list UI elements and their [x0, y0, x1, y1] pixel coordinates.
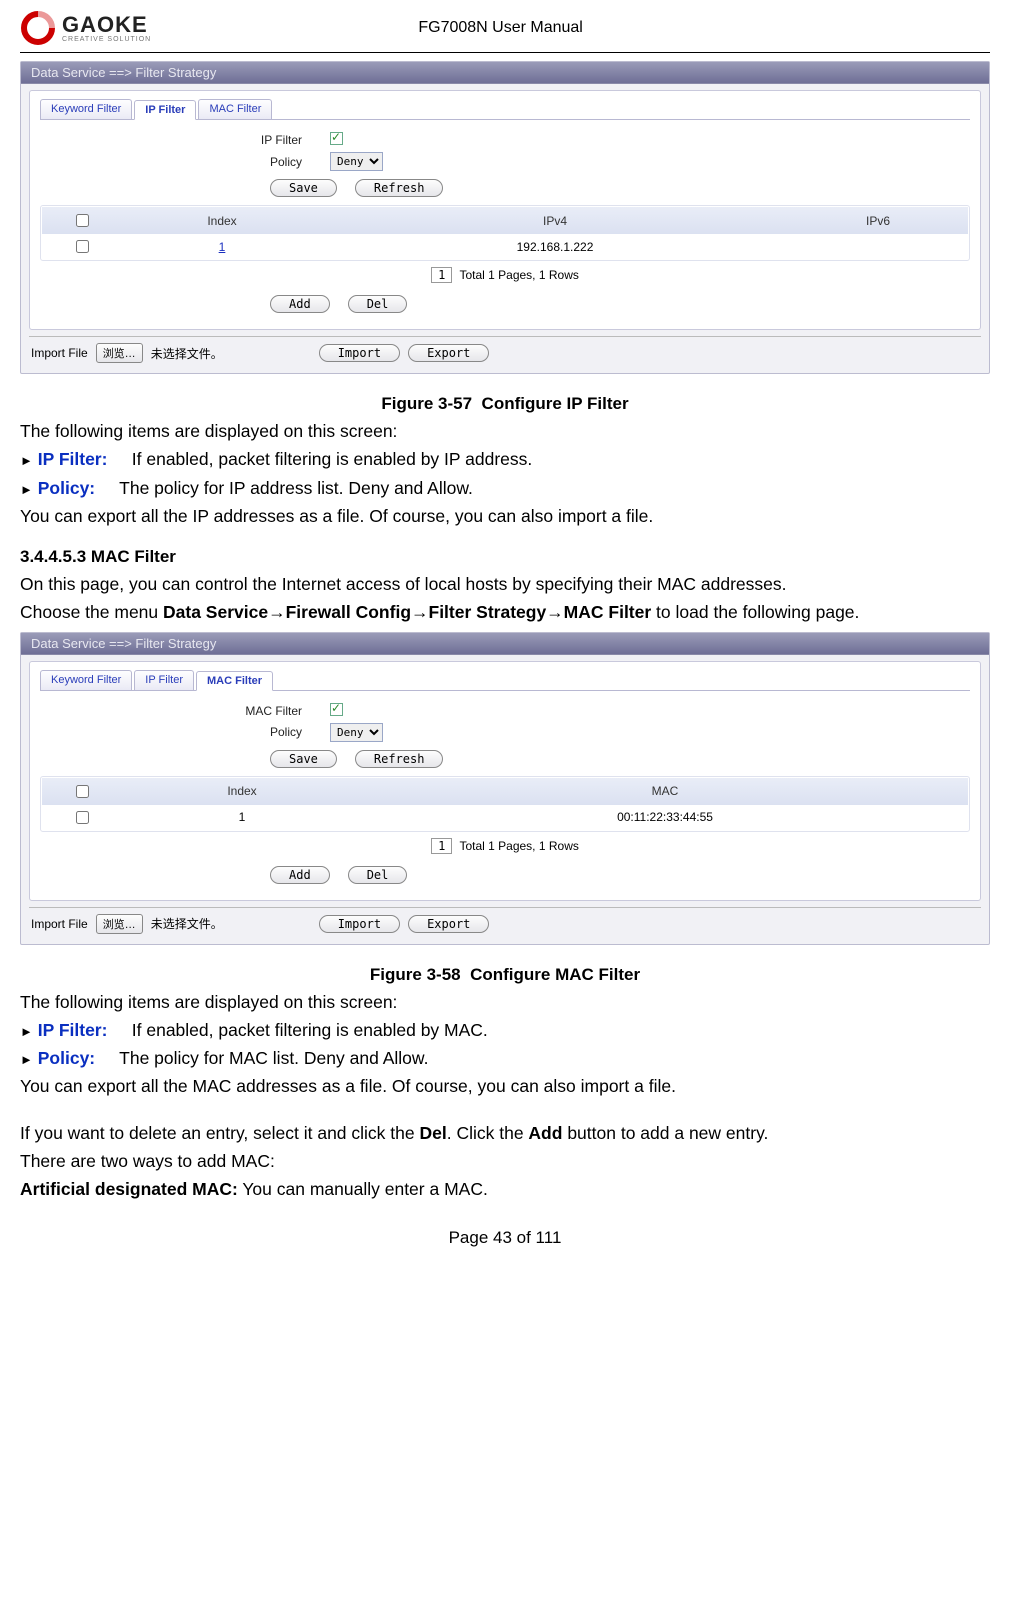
del-add-note: If you want to delete an entry, select i…: [20, 1120, 990, 1146]
checkbox-row[interactable]: [76, 240, 89, 253]
row-ipv6: [788, 234, 968, 259]
marker-icon: ►: [20, 453, 33, 468]
label-policy: Policy: [40, 725, 330, 739]
section-heading-mac-filter: 3.4.4.5.3 MAC Filter: [20, 547, 990, 567]
del-button[interactable]: Del: [348, 866, 408, 884]
bullet-ip-filter-2: ► IP Filter: If enabled, packet filterin…: [20, 1017, 990, 1043]
pagination: 1 Total 1 Pages, 1 Rows: [40, 838, 970, 854]
tab-keyword-filter[interactable]: Keyword Filter: [40, 99, 132, 119]
table-row: 1 192.168.1.222: [42, 234, 968, 259]
row-mac: 00:11:22:33:44:55: [362, 805, 968, 830]
select-policy[interactable]: Deny: [330, 152, 383, 171]
mac-filter-intro: On this page, you can control the Intern…: [20, 571, 990, 597]
section-divider: [29, 907, 981, 908]
del-button[interactable]: Del: [348, 295, 408, 313]
add-ways-intro: There are two ways to add MAC:: [20, 1148, 990, 1174]
marker-icon: ►: [20, 1024, 33, 1039]
import-button[interactable]: Import: [319, 344, 400, 362]
export-button[interactable]: Export: [408, 344, 489, 362]
row-index-link[interactable]: 1: [219, 240, 226, 254]
panel-title: Data Service ==> Filter Strategy: [21, 62, 989, 84]
import-file-label: Import File: [31, 917, 88, 931]
bullet-policy: ► Policy: The policy for IP address list…: [20, 475, 990, 501]
section-divider: [29, 336, 981, 337]
checkbox-row[interactable]: [76, 811, 89, 824]
logo-icon: [20, 10, 56, 46]
import-button[interactable]: Import: [319, 915, 400, 933]
label-ip-filter: IP Filter: [40, 133, 330, 147]
screenshot-mac-filter: Data Service ==> Filter Strategy Keyword…: [20, 632, 990, 945]
row-index: 1: [122, 805, 362, 830]
page-number[interactable]: 1: [431, 838, 452, 854]
th-index: Index: [122, 207, 322, 234]
bullet-policy-2: ► Policy: The policy for MAC list. Deny …: [20, 1045, 990, 1071]
add-button[interactable]: Add: [270, 866, 330, 884]
th-mac: MAC: [362, 778, 968, 805]
refresh-button[interactable]: Refresh: [355, 179, 444, 197]
export-button[interactable]: Export: [408, 915, 489, 933]
checkbox-mac-filter[interactable]: [330, 703, 343, 716]
import-file-label: Import File: [31, 346, 88, 360]
page-footer: Page 43 of 111: [20, 1228, 990, 1248]
logo-subtitle: CREATIVE SOLUTION: [62, 36, 151, 43]
checkbox-ip-filter[interactable]: [330, 132, 343, 145]
logo-text: GAOKE: [62, 14, 151, 36]
tab-bar: Keyword Filter IP Filter MAC Filter: [40, 670, 970, 691]
page-info: Total 1 Pages, 1 Rows: [459, 839, 578, 853]
tab-mac-filter[interactable]: MAC Filter: [196, 671, 273, 691]
tab-ip-filter[interactable]: IP Filter: [134, 670, 194, 690]
tab-ip-filter[interactable]: IP Filter: [134, 100, 196, 120]
marker-icon: ►: [20, 1052, 33, 1067]
header-rule: [20, 52, 990, 53]
page-header: GAOKE CREATIVE SOLUTION FG7008N User Man…: [20, 0, 990, 50]
tab-mac-filter[interactable]: MAC Filter: [198, 99, 272, 119]
th-ipv6: IPv6: [788, 207, 968, 234]
checkbox-select-all[interactable]: [76, 785, 89, 798]
refresh-button[interactable]: Refresh: [355, 750, 444, 768]
checkbox-select-all[interactable]: [76, 214, 89, 227]
page-number[interactable]: 1: [431, 267, 452, 283]
row-ipv4: 192.168.1.222: [322, 234, 788, 259]
no-file-text: 未选择文件。: [151, 915, 223, 932]
tab-bar: Keyword Filter IP Filter MAC Filter: [40, 99, 970, 120]
artificial-mac: Artificial designated MAC: You can manua…: [20, 1176, 990, 1202]
export-note-2: You can export all the MAC addresses as …: [20, 1073, 990, 1099]
th-index: Index: [122, 778, 362, 805]
ip-filter-table: Index IPv4 IPv6 1 192.168.1.222: [42, 207, 968, 259]
table-row: 1 00:11:22:33:44:55: [42, 805, 968, 830]
no-file-text: 未选择文件。: [151, 345, 223, 362]
screenshot-ip-filter: Data Service ==> Filter Strategy Keyword…: [20, 61, 990, 374]
marker-icon: ►: [20, 482, 33, 497]
intro-text-2: The following items are displayed on thi…: [20, 989, 990, 1015]
th-ipv4: IPv4: [322, 207, 788, 234]
browse-button[interactable]: 浏览…: [96, 343, 143, 363]
label-policy: Policy: [40, 155, 330, 169]
save-button[interactable]: Save: [270, 750, 337, 768]
save-button[interactable]: Save: [270, 179, 337, 197]
doc-title: FG7008N User Manual: [151, 19, 850, 37]
mac-filter-table: Index MAC 1 00:11:22:33:44:55: [42, 778, 968, 830]
tab-keyword-filter[interactable]: Keyword Filter: [40, 670, 132, 690]
figure-caption-57: Figure 3-57 Configure IP Filter: [20, 394, 990, 414]
export-note: You can export all the IP addresses as a…: [20, 503, 990, 529]
select-policy[interactable]: Deny: [330, 723, 383, 742]
figure-caption-58: Figure 3-58 Configure MAC Filter: [20, 965, 990, 985]
label-mac-filter: MAC Filter: [40, 704, 330, 718]
add-button[interactable]: Add: [270, 295, 330, 313]
menu-path: Choose the menu Data Service→Firewall Co…: [20, 599, 990, 625]
logo: GAOKE CREATIVE SOLUTION: [20, 10, 151, 46]
panel-title: Data Service ==> Filter Strategy: [21, 633, 989, 655]
intro-text: The following items are displayed on thi…: [20, 418, 990, 444]
page-info: Total 1 Pages, 1 Rows: [459, 268, 578, 282]
pagination: 1 Total 1 Pages, 1 Rows: [40, 267, 970, 283]
bullet-ip-filter: ► IP Filter: If enabled, packet filterin…: [20, 446, 990, 472]
browse-button[interactable]: 浏览…: [96, 914, 143, 934]
